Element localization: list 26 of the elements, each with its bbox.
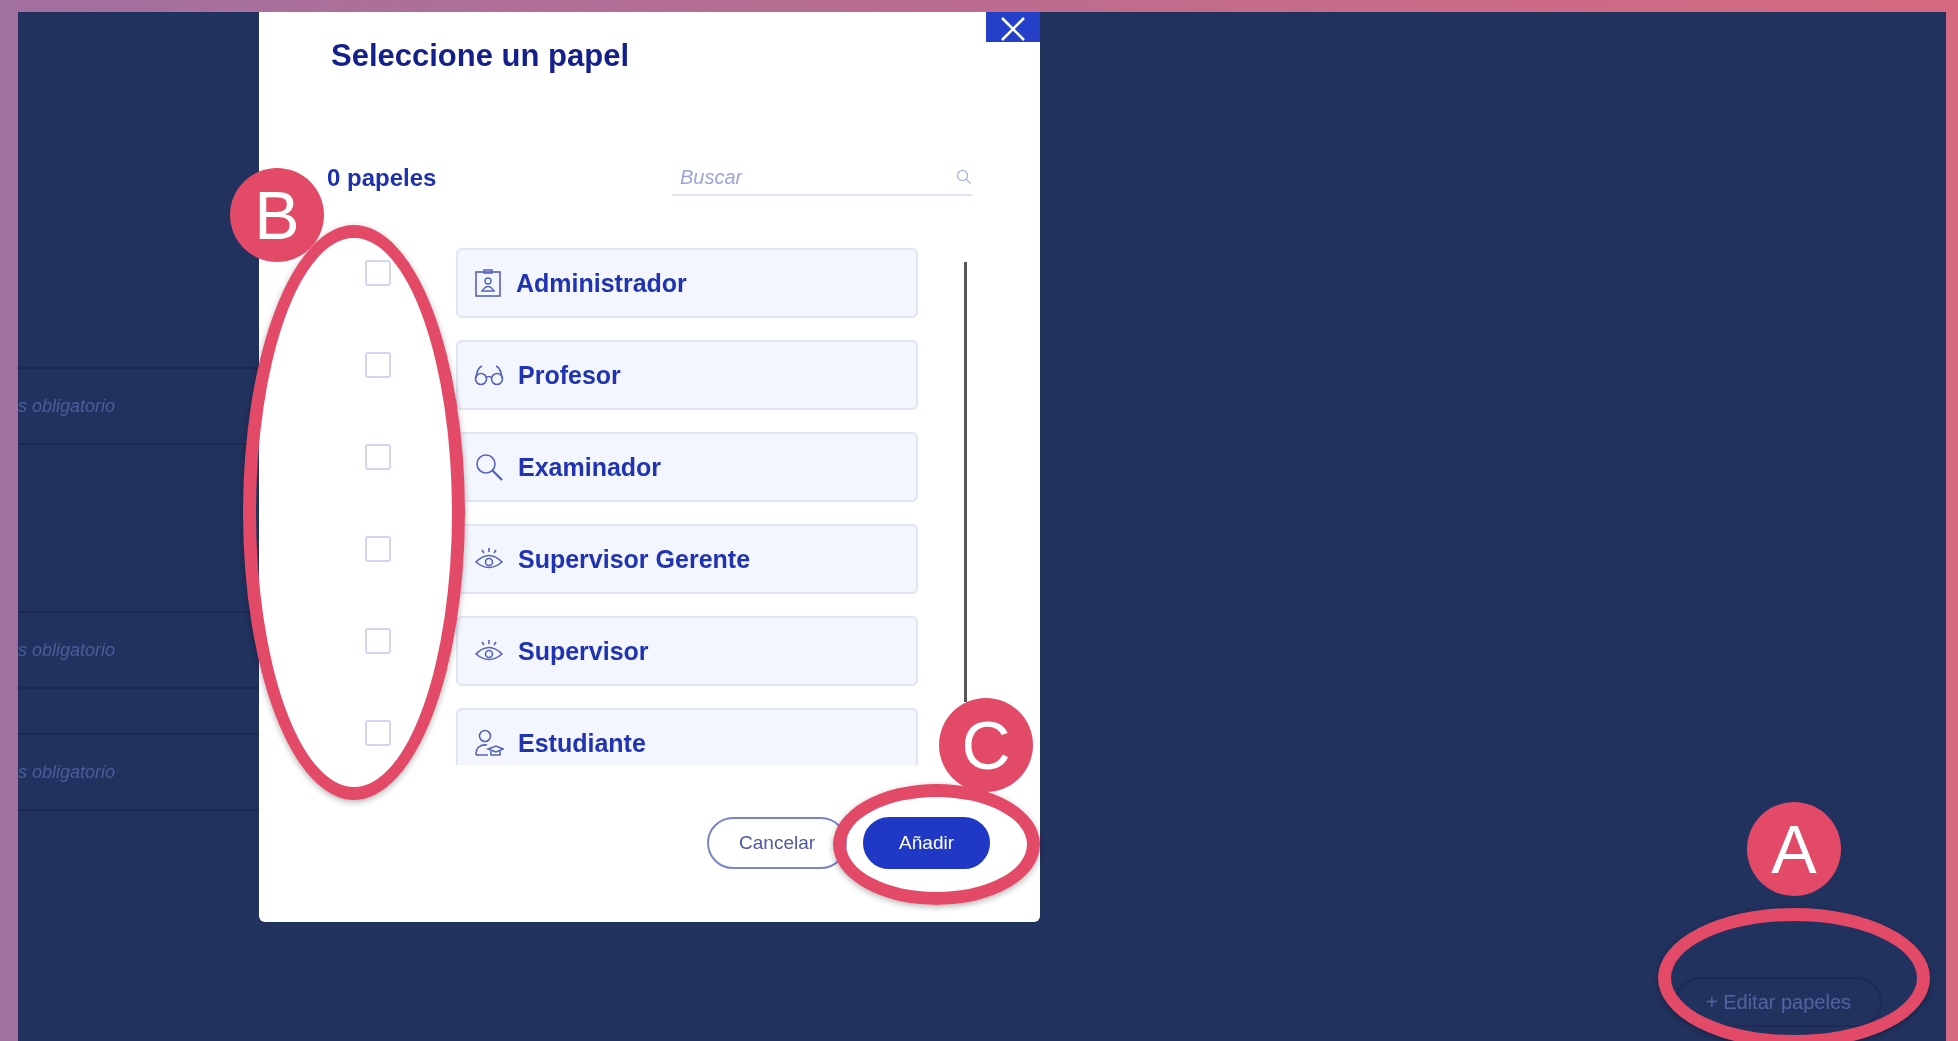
checkbox[interactable] <box>365 720 391 746</box>
required-note: s obligatorio <box>18 639 116 661</box>
checkbox[interactable] <box>365 628 391 654</box>
search-field[interactable]: Buscar <box>672 165 956 189</box>
dialog-title: Seleccione un papel <box>331 38 630 74</box>
role-count: 0 papeles <box>327 164 437 192</box>
checkbox[interactable] <box>365 260 391 286</box>
role-option[interactable]: Supervisor <box>456 616 918 686</box>
role-option[interactable]: Estudiante <box>456 708 918 765</box>
eye-icon <box>474 547 504 571</box>
close-icon <box>1000 16 1026 42</box>
checkbox[interactable] <box>365 352 391 378</box>
required-note: s obligatorio <box>18 395 116 417</box>
student-icon <box>474 728 504 758</box>
required-note: s obligatorio <box>18 761 116 783</box>
id-badge-icon <box>474 268 502 298</box>
scroll-bar[interactable] <box>964 262 967 702</box>
checkbox[interactable] <box>365 536 391 562</box>
glasses-icon <box>474 364 504 386</box>
role-option[interactable]: Administrador <box>456 248 918 318</box>
eye-icon <box>474 639 504 663</box>
search-icon <box>474 452 504 482</box>
role-option[interactable]: Profesor <box>456 340 918 410</box>
add-button[interactable]: Añadir <box>863 817 990 869</box>
close-button[interactable] <box>986 12 1040 42</box>
checkbox[interactable] <box>365 444 391 470</box>
